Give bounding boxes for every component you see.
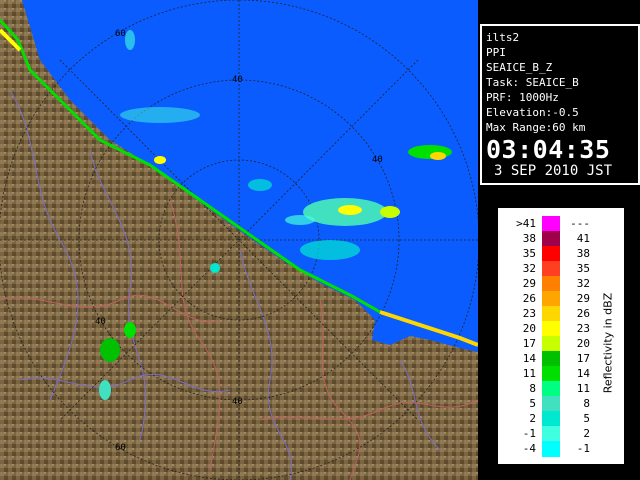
legend-color-swatch bbox=[542, 231, 560, 247]
legend-color-swatch bbox=[542, 336, 560, 352]
elevation-value: Elevation:-0.5 bbox=[486, 106, 579, 119]
legend-lower-bound: 11 bbox=[522, 367, 536, 380]
task-name: Task: SEAICE_B bbox=[486, 76, 579, 89]
scan-type: PPI bbox=[486, 46, 506, 59]
legend-lower-bound: 20 bbox=[522, 322, 536, 335]
legend-lower-bound: 17 bbox=[522, 337, 536, 350]
station-name: ilts2 bbox=[486, 31, 520, 44]
range-label: 40 bbox=[232, 75, 243, 85]
legend-upper-bound: 32 bbox=[576, 277, 590, 290]
legend-lower-bound: 29 bbox=[522, 277, 536, 290]
reflectivity-legend: >41 --- 38 41 35 38 32 35 29 32 26 29 23 26 20 23 17 20 14… bbox=[498, 208, 624, 464]
legend-lower-bound: 35 bbox=[522, 247, 536, 260]
range-label: 60 bbox=[115, 443, 126, 453]
legend-color-swatch bbox=[542, 276, 560, 292]
legend-lower-bound: 23 bbox=[522, 307, 536, 320]
legend-color-swatch bbox=[542, 216, 560, 232]
scan-time: 03:04:35 bbox=[486, 135, 611, 164]
legend-color-swatch bbox=[542, 396, 560, 412]
legend-upper-bound: 26 bbox=[576, 307, 590, 320]
legend-upper-bound: 2 bbox=[583, 427, 590, 440]
legend-color-swatch bbox=[542, 291, 560, 307]
legend-lower-bound: 32 bbox=[522, 262, 536, 275]
legend-color-swatch bbox=[542, 351, 560, 367]
legend-lower-bound: 5 bbox=[529, 397, 536, 410]
legend-upper-bound: 5 bbox=[583, 412, 590, 425]
legend-color-swatch bbox=[542, 306, 560, 322]
legend-color-swatch bbox=[542, 426, 560, 442]
legend-upper-bound: 23 bbox=[576, 322, 590, 335]
legend-upper-bound: -1 bbox=[576, 442, 590, 455]
legend-color-swatch bbox=[542, 261, 560, 277]
legend-lower-bound: 8 bbox=[529, 382, 536, 395]
legend-upper-bound: 20 bbox=[576, 337, 590, 350]
radar-ppi-display: 60 40 40 40 40 60 bbox=[0, 0, 478, 480]
legend-lower-bound: 2 bbox=[529, 412, 536, 425]
range-label: 40 bbox=[372, 155, 383, 165]
legend-upper-bound: 14 bbox=[576, 367, 590, 380]
legend-lower-bound: 14 bbox=[522, 352, 536, 365]
legend-upper-bound: 17 bbox=[576, 352, 590, 365]
legend-upper-bound: --- bbox=[570, 217, 590, 230]
legend-title-box: Reflectivity in dBZ bbox=[588, 248, 628, 438]
legend-lower-bound: 26 bbox=[522, 292, 536, 305]
max-range-value: Max Range:60 km bbox=[486, 121, 586, 134]
legend-title: Reflectivity in dBZ bbox=[601, 292, 615, 394]
range-label: 60 bbox=[115, 29, 126, 39]
range-label: 40 bbox=[95, 317, 106, 327]
range-label: 40 bbox=[232, 397, 243, 407]
legend-lower-bound: -1 bbox=[522, 427, 536, 440]
legend-upper-bound: 8 bbox=[583, 397, 590, 410]
legend-lower-bound: >41 bbox=[516, 217, 536, 230]
scan-date: 3 SEP 2010 JST bbox=[486, 163, 638, 179]
legend-color-swatch bbox=[542, 381, 560, 397]
legend-lower-bound: 38 bbox=[522, 232, 536, 245]
scan-info-panel: ilts2 PPI SEAICE_B_Z Task: SEAICE_B PRF:… bbox=[480, 24, 640, 185]
legend-color-swatch bbox=[542, 411, 560, 427]
legend-row: 38 41 bbox=[498, 231, 624, 247]
legend-upper-bound: 41 bbox=[576, 232, 590, 245]
legend-row: >41 --- bbox=[498, 216, 624, 232]
legend-color-swatch bbox=[542, 321, 560, 337]
legend-color-swatch bbox=[542, 366, 560, 382]
legend-upper-bound: 11 bbox=[576, 382, 590, 395]
prf-value: PRF: 1000Hz bbox=[486, 91, 559, 104]
legend-upper-bound: 29 bbox=[576, 292, 590, 305]
product-name: SEAICE_B_Z bbox=[486, 61, 553, 74]
legend-row: -4 -1 bbox=[498, 441, 624, 457]
legend-color-swatch bbox=[542, 246, 560, 262]
legend-upper-bound: 35 bbox=[576, 262, 590, 275]
legend-upper-bound: 38 bbox=[576, 247, 590, 260]
legend-color-swatch bbox=[542, 441, 560, 457]
legend-lower-bound: -4 bbox=[522, 442, 536, 455]
